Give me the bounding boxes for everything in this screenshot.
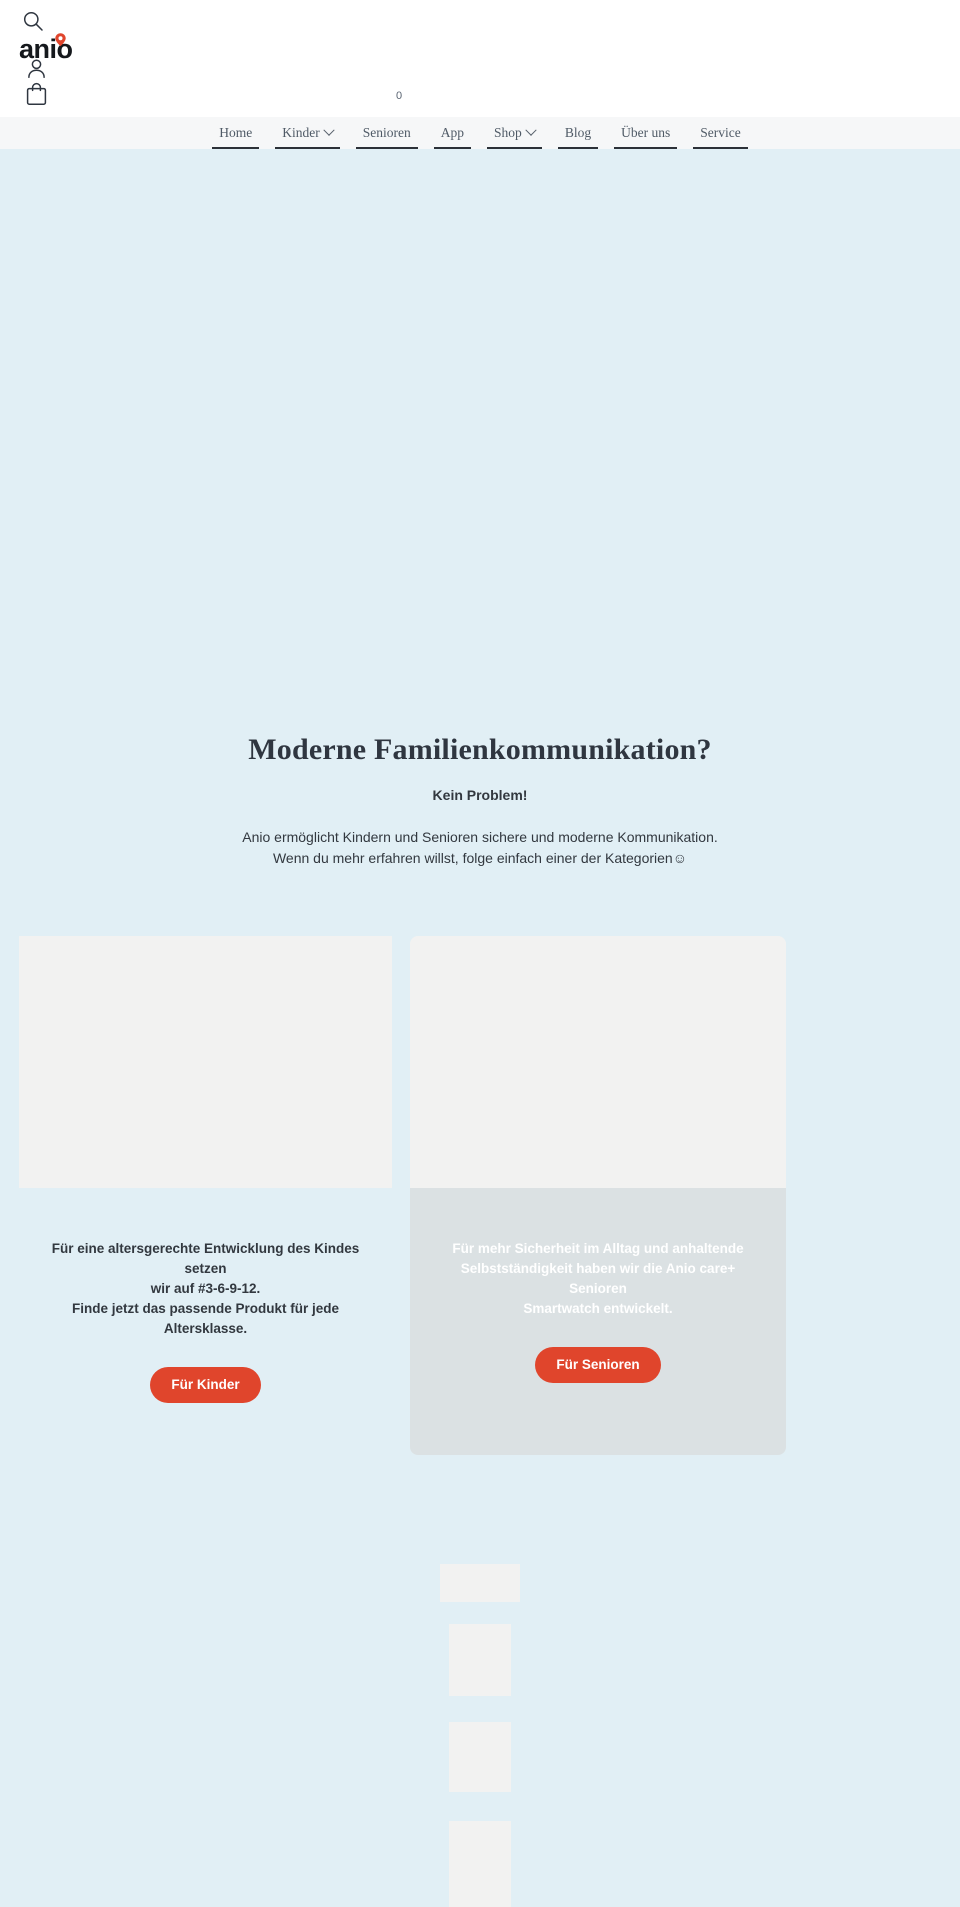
cart-item-count: 0	[396, 90, 403, 102]
nav-label: Home	[219, 125, 253, 140]
nav-label: Service	[700, 125, 741, 140]
card-description-line-2: wir auf #3-6-9-12.	[150, 1281, 261, 1296]
placeholder-block	[449, 1722, 511, 1792]
hero-description-line-2: Wenn du mehr erfahren willst, folge einf…	[272, 850, 688, 866]
card-image-placeholder	[19, 936, 392, 1188]
nav-label: Blog	[564, 125, 592, 140]
chevron-down-icon	[525, 124, 537, 136]
site-header: anio 0	[0, 0, 960, 117]
fuer-senioren-button[interactable]: Für Senioren	[535, 1347, 661, 1383]
nav-label: App	[440, 125, 465, 140]
placeholder-block	[449, 1821, 511, 1907]
card-description-line-1: Für eine altersgerechte Entwicklung des …	[51, 1241, 360, 1276]
page-title: Moderne Familienkommunikation?	[248, 733, 712, 766]
card-body: Für mehr Sicherheit im Alltag und anhalt…	[410, 1188, 786, 1455]
category-cards: Für eine altersgerechte Entwicklung des …	[0, 936, 960, 1476]
nav-label: Senioren	[362, 125, 411, 140]
hero-description: Anio ermöglicht Kindern und Senioren sic…	[0, 827, 960, 869]
card-kinder[interactable]: Für eine altersgerechte Entwicklung des …	[19, 936, 392, 1403]
card-description-line-2: Selbstständigkeit haben wir die Anio car…	[460, 1261, 736, 1296]
content-placeholder-section	[0, 1476, 960, 1907]
shopping-bag-icon[interactable]	[25, 82, 48, 106]
fuer-kinder-button[interactable]: Für Kinder	[150, 1367, 261, 1403]
nav-label: Über uns	[621, 125, 671, 140]
card-description: Für mehr Sicherheit im Alltag und anhalt…	[410, 1239, 786, 1319]
chevron-down-icon	[323, 124, 335, 136]
card-image-placeholder	[410, 936, 786, 1188]
nav-item-home[interactable]: Home	[204, 121, 267, 149]
hero-section: Moderne Familienkommunikation? Kein Prob…	[0, 149, 960, 936]
placeholder-block	[440, 1564, 520, 1602]
hero-subtitle: Kein Problem!	[432, 787, 528, 803]
nav-item-ueber-uns[interactable]: Über uns	[606, 121, 685, 149]
nav-item-app[interactable]: App	[426, 121, 479, 149]
card-body: Für eine altersgerechte Entwicklung des …	[19, 1188, 392, 1403]
card-description-line-1: Für mehr Sicherheit im Alltag und anhalt…	[452, 1241, 744, 1256]
placeholder-block	[449, 1624, 511, 1696]
search-icon[interactable]	[22, 10, 44, 32]
main-navigation: Home Kinder Senioren App Shop Blog Über …	[0, 117, 960, 149]
nav-label: Kinder	[282, 125, 320, 140]
nav-item-shop[interactable]: Shop	[479, 121, 550, 149]
nav-item-blog[interactable]: Blog	[550, 121, 606, 149]
nav-list: Home Kinder Senioren App Shop Blog Über …	[204, 121, 755, 149]
nav-label: Shop	[494, 125, 522, 140]
card-description-line-3: Finde jetzt das passende Produkt für jed…	[71, 1301, 340, 1336]
card-senioren[interactable]: Für mehr Sicherheit im Alltag und anhalt…	[410, 936, 786, 1455]
nav-item-service[interactable]: Service	[685, 121, 755, 149]
card-description: Für eine altersgerechte Entwicklung des …	[19, 1239, 392, 1339]
user-icon[interactable]	[26, 58, 47, 79]
nav-item-senioren[interactable]: Senioren	[348, 121, 426, 149]
nav-item-kinder[interactable]: Kinder	[267, 121, 348, 149]
card-description-line-3: Smartwatch entwickelt.	[523, 1301, 673, 1316]
hero-description-line-1: Anio ermöglicht Kindern und Senioren sic…	[242, 829, 718, 845]
hero-copy: Moderne Familienkommunikation? Kein Prob…	[0, 731, 960, 869]
